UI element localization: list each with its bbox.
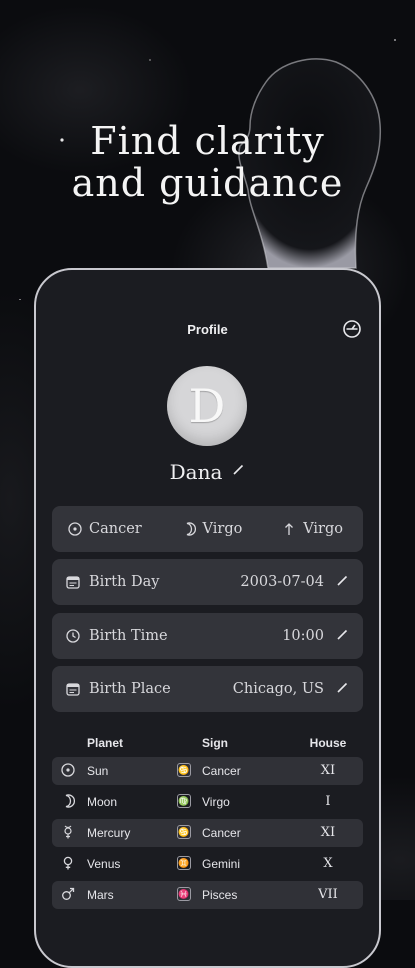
mercury-icon — [61, 825, 75, 842]
virgo-icon: ♍ — [177, 794, 191, 808]
edit-birth-place-button[interactable] — [336, 681, 349, 698]
moon-icon — [61, 794, 76, 811]
clock-icon — [66, 629, 80, 643]
pisces-icon: ♓ — [177, 887, 191, 901]
pencil-icon — [337, 682, 348, 693]
birth-day-label: Birth Day — [89, 574, 160, 590]
phone-frame: Profile D Dana Cancer Virgo Virgo Birth … — [34, 268, 381, 968]
pencil-icon — [337, 575, 348, 586]
column-header-sign: Sign — [202, 736, 228, 750]
moon-icon — [182, 522, 196, 536]
mars-icon — [61, 887, 75, 904]
birth-time-label: Birth Time — [89, 628, 168, 644]
edit-name-button[interactable] — [232, 463, 245, 481]
birth-day-field[interactable]: Birth Day 2003-07-04 — [52, 559, 363, 605]
birth-place-label: Birth Place — [89, 681, 171, 697]
planet-name: Venus — [87, 857, 121, 871]
avatar[interactable]: D — [167, 366, 247, 446]
sign-name: Gemini — [202, 857, 241, 871]
edit-birth-time-button[interactable] — [336, 628, 349, 645]
table-row: Mercury ♋ Cancer XI — [52, 819, 363, 847]
house-number: XI — [320, 825, 336, 840]
house-number: XI — [320, 763, 336, 778]
sun-sign: Cancer — [68, 521, 142, 537]
sign-name: Virgo — [202, 795, 230, 809]
rising-sign-label: Virgo — [303, 521, 343, 537]
moon-sign: Virgo — [182, 521, 243, 537]
sun-icon — [68, 522, 82, 536]
cancer-icon: ♋ — [177, 825, 191, 839]
gemini-icon: ♊ — [177, 856, 191, 870]
house-number: X — [323, 856, 333, 871]
venus-icon — [61, 856, 75, 873]
profile-name: Dana — [169, 460, 223, 484]
pencil-icon — [337, 629, 348, 640]
planet-table-header: Planet Sign House — [52, 734, 363, 754]
birth-time-label-group: Birth Time — [66, 628, 282, 644]
table-row: Mars ♓ Pisces VII — [52, 881, 363, 909]
edit-birth-day-button[interactable] — [336, 574, 349, 591]
table-row: Moon ♍ Virgo I — [52, 788, 363, 816]
headline: Find clarity and guidance — [0, 120, 415, 204]
settings-button[interactable] — [342, 319, 362, 339]
table-row: Venus ♊ Gemini X — [52, 850, 363, 878]
birth-place-label-group: Birth Place — [66, 681, 233, 697]
cancer-icon: ♋ — [177, 763, 191, 777]
birth-time-field[interactable]: Birth Time 10:00 — [52, 613, 363, 659]
birth-day-value: 2003-07-04 — [240, 574, 324, 590]
signs-card: Cancer Virgo Virgo — [52, 506, 363, 552]
planet-name: Sun — [87, 764, 109, 778]
table-row: Sun ♋ Cancer XI — [52, 757, 363, 785]
birth-day-label-group: Birth Day — [66, 574, 240, 590]
planet-name: Mercury — [87, 826, 131, 840]
rising-sign: Virgo — [282, 521, 343, 537]
headline-line-1: Find clarity — [90, 119, 325, 163]
rising-arrow-icon — [282, 522, 296, 536]
house-number: I — [325, 794, 331, 809]
column-header-house: House — [309, 736, 347, 750]
sign-name: Cancer — [202, 764, 241, 778]
page-title: Profile — [187, 322, 228, 337]
birth-place-value: Chicago, US — [232, 681, 324, 697]
avatar-letter: D — [188, 379, 226, 433]
pencil-icon — [233, 464, 244, 475]
headline-line-2: and guidance — [71, 161, 344, 205]
birth-time-value: 10:00 — [282, 628, 324, 644]
calendar-icon — [66, 575, 80, 589]
calendar-icon — [66, 682, 80, 696]
name-row: Dana — [36, 460, 379, 484]
column-header-planet: Planet — [87, 736, 124, 750]
settings-icon — [343, 320, 361, 338]
sun-sign-label: Cancer — [89, 521, 142, 537]
sign-name: Cancer — [202, 826, 241, 840]
moon-sign-label: Virgo — [202, 521, 243, 537]
planet-name: Moon — [87, 795, 118, 809]
sun-icon — [61, 763, 75, 780]
birth-place-field[interactable]: Birth Place Chicago, US — [52, 666, 363, 712]
